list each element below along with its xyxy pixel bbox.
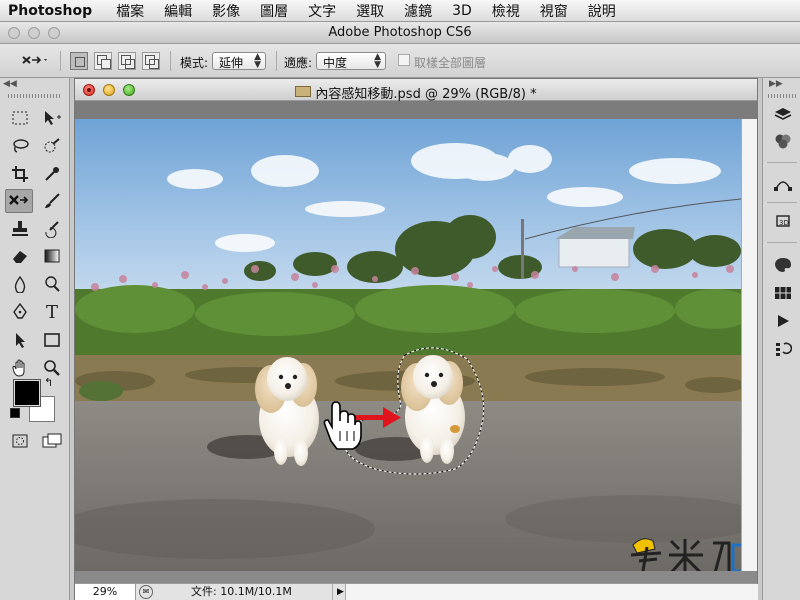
menu-type[interactable]: 文字 bbox=[298, 1, 346, 21]
psd-file-icon bbox=[295, 86, 312, 97]
history-brush-icon[interactable] bbox=[38, 217, 66, 241]
options-separator bbox=[170, 51, 171, 71]
canvas-bottom-gap bbox=[75, 571, 757, 583]
sample-all-layers-label: 取樣全部圖層 bbox=[414, 56, 487, 70]
pen-icon[interactable] bbox=[6, 300, 34, 324]
tools-panel: ◀◀ T ↰ bbox=[0, 78, 70, 600]
dock-separator bbox=[767, 202, 797, 203]
vertical-scrollbar[interactable] bbox=[741, 119, 757, 571]
options-separator bbox=[276, 51, 277, 71]
path-select-icon[interactable] bbox=[6, 328, 34, 352]
quick-mask-icon[interactable] bbox=[6, 429, 34, 453]
crop-icon[interactable] bbox=[6, 162, 34, 186]
adapt-label: 適應: bbox=[284, 56, 313, 70]
3d-panel-icon[interactable]: 3D bbox=[771, 210, 795, 232]
menu-edit[interactable]: 編輯 bbox=[154, 1, 202, 21]
content-aware-move-preset-icon[interactable] bbox=[20, 51, 50, 71]
canvas-top-gap bbox=[75, 101, 757, 119]
image-canvas[interactable] bbox=[75, 119, 741, 571]
rect-marquee-icon[interactable] bbox=[6, 106, 34, 130]
eyedropper-icon[interactable] bbox=[38, 162, 66, 186]
select-arrows-icon: ▲ ▼ bbox=[254, 52, 261, 70]
stamp-icon[interactable] bbox=[6, 217, 34, 241]
actions-panel-icon[interactable] bbox=[771, 310, 795, 332]
menu-bar: Photoshop 檔案 編輯 影像 圖層 文字 選取 濾鏡 3D 檢視 視窗 … bbox=[0, 0, 800, 22]
status-menu-arrow-icon[interactable]: ▶ bbox=[332, 584, 344, 600]
document-size-info: 文件: 10.1M/10.1M bbox=[191, 585, 292, 598]
dock-grip[interactable] bbox=[768, 94, 796, 98]
app-menu[interactable]: Photoshop bbox=[0, 3, 106, 19]
default-colors-icon[interactable] bbox=[10, 408, 20, 418]
zoom-level-field[interactable]: 29% bbox=[75, 584, 136, 600]
sample-all-layers-checkbox[interactable] bbox=[398, 54, 410, 66]
swap-colors-icon[interactable]: ↰ bbox=[44, 376, 53, 389]
channels-panel-icon[interactable] bbox=[771, 130, 795, 152]
menu-window[interactable]: 視窗 bbox=[530, 1, 578, 21]
intersect-selection-button[interactable] bbox=[142, 52, 160, 70]
move-icon[interactable] bbox=[38, 106, 66, 130]
panel-grip[interactable] bbox=[8, 94, 62, 98]
swatches-panel-icon[interactable] bbox=[771, 282, 795, 304]
document-window: 內容感知移動.psd @ 29% (RGB/8) * 29% ✉ 文件: 10.… bbox=[74, 78, 758, 600]
options-separator bbox=[60, 51, 61, 71]
menu-help[interactable]: 說明 bbox=[578, 1, 626, 21]
content-aware-move-icon[interactable] bbox=[5, 189, 33, 213]
foreground-color-swatch[interactable] bbox=[14, 380, 40, 406]
document-title-bar: 內容感知移動.psd @ 29% (RGB/8) * bbox=[75, 79, 757, 102]
dock-separator bbox=[767, 242, 797, 243]
screen-mode-icon[interactable] bbox=[38, 429, 66, 453]
document-title: 內容感知移動.psd @ 29% (RGB/8) * bbox=[75, 83, 757, 102]
svg-text:3D: 3D bbox=[779, 219, 789, 227]
select-arrows-icon: ▲ ▼ bbox=[374, 52, 381, 70]
mode-select[interactable]: 延伸 ▲ ▼ bbox=[212, 52, 266, 70]
collapse-dock-icon[interactable]: ▶▶ bbox=[769, 79, 783, 89]
shape-icon[interactable] bbox=[38, 328, 66, 352]
adapt-select[interactable]: 中度 ▲ ▼ bbox=[316, 52, 386, 70]
layers-panel-icon[interactable] bbox=[771, 104, 795, 126]
menu-filter[interactable]: 濾鏡 bbox=[394, 1, 442, 21]
quick-select-icon[interactable] bbox=[38, 134, 66, 158]
photo-scene bbox=[75, 119, 741, 571]
dodge-icon[interactable] bbox=[38, 272, 66, 296]
menu-3d[interactable]: 3D bbox=[442, 3, 482, 19]
menu-view[interactable]: 檢視 bbox=[482, 1, 530, 21]
mode-label: 模式: bbox=[180, 56, 209, 70]
status-bar: 29% ✉ 文件: 10.1M/10.1M ▶ bbox=[75, 583, 758, 600]
menu-select[interactable]: 選取 bbox=[346, 1, 394, 21]
app-title-bar: Adobe Photoshop CS6 bbox=[0, 22, 800, 44]
menu-image[interactable]: 影像 bbox=[202, 1, 250, 21]
adapt-value: 中度 bbox=[323, 56, 348, 70]
eraser-icon[interactable] bbox=[6, 244, 34, 268]
mode-value: 延伸 bbox=[219, 56, 244, 70]
status-info-icon[interactable]: ✉ bbox=[139, 585, 153, 599]
type-icon[interactable]: T bbox=[38, 300, 66, 324]
collapse-panel-icon[interactable]: ◀◀ bbox=[3, 79, 17, 89]
history-panel-icon[interactable] bbox=[771, 338, 795, 360]
subtract-selection-button[interactable] bbox=[118, 52, 136, 70]
horizontal-scrollbar[interactable] bbox=[345, 584, 758, 600]
app-title: Adobe Photoshop CS6 bbox=[328, 25, 472, 40]
paths-panel-icon[interactable] bbox=[771, 172, 795, 194]
add-selection-button[interactable] bbox=[94, 52, 112, 70]
menu-layer[interactable]: 圖層 bbox=[250, 1, 298, 21]
brush-icon[interactable] bbox=[38, 189, 66, 213]
lasso-icon[interactable] bbox=[6, 134, 34, 158]
menu-file[interactable]: 檔案 bbox=[106, 1, 154, 21]
options-bar: 模式: 延伸 ▲ ▼ 適應: 中度 ▲ ▼ 取樣全部圖層 bbox=[0, 44, 800, 78]
right-panel-dock: ▶▶ 3D bbox=[762, 78, 800, 600]
blur-icon[interactable] bbox=[6, 272, 34, 296]
hand-icon[interactable] bbox=[6, 356, 34, 380]
new-selection-button[interactable] bbox=[70, 52, 88, 70]
color-panel-icon[interactable] bbox=[771, 254, 795, 276]
gradient-icon[interactable] bbox=[38, 244, 66, 268]
dock-separator bbox=[767, 162, 797, 163]
